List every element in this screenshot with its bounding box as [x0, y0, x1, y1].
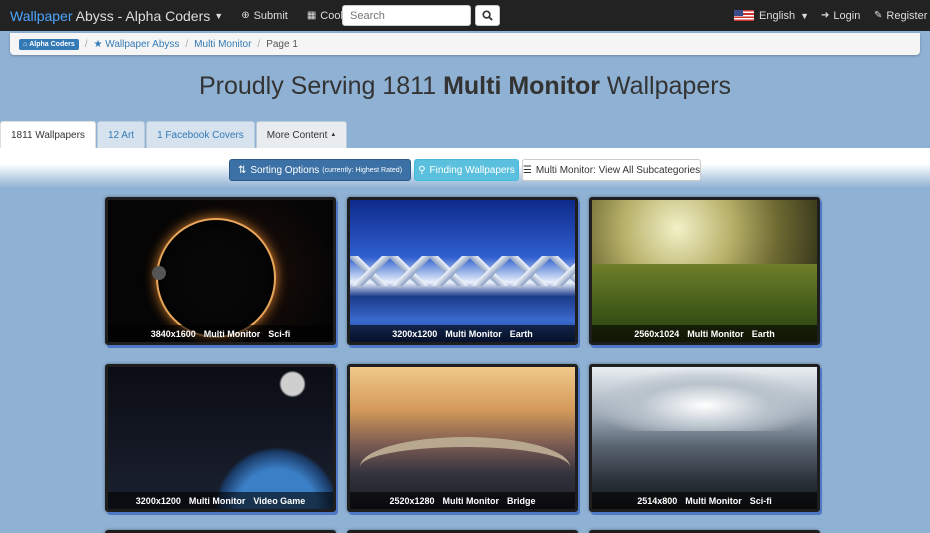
wallpaper-caption: 3200x1200 Multi Monitor Video Game: [108, 492, 333, 509]
tab-more-label: More Content: [266, 129, 328, 141]
wallpaper-thumbnail[interactable]: 3200x1200 Multi Monitor Earth: [347, 197, 578, 345]
content-tabs: 1811 Wallpapers 12 Art 1 Facebook Covers…: [0, 121, 348, 148]
plus-circle-icon: ⊕: [241, 10, 250, 21]
sorting-options-button[interactable]: ⇅ Sorting Options (currently: Highest Ra…: [229, 159, 411, 181]
wallpaper-resolution[interactable]: 3840x1600: [151, 329, 196, 339]
view-subcategories-button[interactable]: ☰ Multi Monitor: View All Subcategories: [522, 159, 701, 181]
search-icon: ⚲: [418, 164, 426, 176]
sort-icon: ⇅: [237, 164, 247, 176]
wallpaper-image-mountains: [350, 200, 575, 342]
star-icon: ★: [93, 38, 103, 50]
title-category: Multi Monitor: [443, 72, 600, 100]
breadcrumb-item-label: Wallpaper Abyss: [105, 38, 180, 50]
language-dropdown[interactable]: English ▼: [734, 0, 809, 31]
edit-icon: ✎: [874, 10, 883, 21]
wallpaper-resolution[interactable]: 3200x1200: [392, 329, 437, 339]
search-button[interactable]: [475, 5, 500, 26]
wallpaper-subcategory[interactable]: Sci-fi: [750, 496, 772, 506]
wallpaper-subcategory[interactable]: Earth: [752, 329, 775, 339]
wallpaper-subcategory[interactable]: Video Game: [253, 496, 305, 506]
breadcrumb-current-page: Page 1: [266, 38, 298, 50]
breadcrumb-separator: /: [257, 38, 261, 50]
top-navbar: Wallpaper Abyss - Alpha Coders ▼ ⊕ Submi…: [0, 0, 930, 31]
wallpaper-image-city: [592, 367, 817, 509]
wallpaper-resolution[interactable]: 2520x1280: [389, 496, 434, 506]
title-suffix: Wallpapers: [599, 72, 732, 100]
tab-more-content[interactable]: More Content ▲: [255, 121, 348, 148]
sign-in-icon: ➜: [821, 10, 830, 21]
wallpaper-category[interactable]: Multi Monitor: [445, 329, 501, 339]
wallpaper-resolution[interactable]: 3200x1200: [136, 496, 181, 506]
tab-facebook-covers[interactable]: 1 Facebook Covers: [146, 121, 255, 148]
options-bar: ⇅ Sorting Options (currently: Highest Ra…: [0, 159, 930, 181]
moon-shape: [152, 266, 166, 280]
wallpaper-resolution[interactable]: 2560x1024: [634, 329, 679, 339]
submit-label: Submit: [253, 9, 288, 22]
title-prefix: Proudly Serving 1811: [198, 72, 444, 100]
brand-name: Abyss - Alpha Coders: [72, 7, 211, 24]
tab-art[interactable]: 12 Art: [96, 121, 146, 148]
wallpaper-category[interactable]: Multi Monitor: [685, 496, 741, 506]
wallpaper-caption: 3200x1200 Multi Monitor Earth: [350, 325, 575, 342]
breadcrumb: ⌂ Alpha Coders / ★ Wallpaper Abyss / Mul…: [10, 33, 920, 55]
wallpaper-category[interactable]: Multi Monitor: [687, 329, 743, 339]
alpha-coders-home-link[interactable]: ⌂ Alpha Coders: [19, 38, 79, 50]
grid-icon: ▦: [306, 10, 317, 21]
breadcrumb-wallpaper-abyss[interactable]: ★ Wallpaper Abyss: [94, 39, 180, 50]
search-icon: [482, 10, 493, 21]
submit-link[interactable]: ⊕ Submit: [241, 10, 288, 22]
wallpaper-category[interactable]: Multi Monitor: [189, 496, 245, 506]
finding-wallpapers-button[interactable]: ⚲ Finding Wallpapers: [414, 159, 519, 181]
wallpaper-resolution[interactable]: 2514x800: [637, 496, 677, 506]
wallpaper-image-space-battle: [108, 367, 333, 509]
wallpaper-thumbnail[interactable]: 3840x1600 Multi Monitor Sci-fi: [105, 197, 336, 345]
wallpaper-thumbnail[interactable]: 2520x1280 Multi Monitor Bridge: [347, 364, 578, 512]
wallpaper-thumbnail[interactable]: 3200x1200 Multi Monitor Video Game: [105, 364, 336, 512]
breadcrumb-multi-monitor[interactable]: Multi Monitor: [194, 39, 251, 50]
list-icon: ☰: [522, 164, 532, 176]
tab-wallpapers[interactable]: 1811 Wallpapers: [0, 121, 96, 148]
wallpaper-image-field: [592, 200, 817, 342]
caret-up-icon: ▲: [330, 132, 337, 138]
wallpaper-image-bridge: [350, 367, 575, 509]
wallpaper-image-eclipse: [108, 200, 333, 342]
site-brand-dropdown[interactable]: Wallpaper Abyss - Alpha Coders ▼: [10, 8, 223, 24]
bridge-arch-shape: [360, 437, 570, 497]
wallpaper-subcategory[interactable]: Bridge: [507, 496, 536, 506]
alpha-coders-label: Alpha Coders: [29, 40, 75, 48]
wallpaper-thumbnail[interactable]: 2514x800 Multi Monitor Sci-fi: [589, 364, 820, 512]
sorting-label: Sorting Options: [250, 164, 320, 176]
register-link[interactable]: ✎ Register: [874, 0, 927, 31]
finding-label: Finding Wallpapers: [429, 164, 515, 176]
wallpaper-category[interactable]: Multi Monitor: [204, 329, 260, 339]
page-title: Proudly Serving 1811 Multi Monitor Wallp…: [0, 72, 930, 101]
wallpaper-thumbnail[interactable]: 2560x1024 Multi Monitor Earth: [589, 197, 820, 345]
wallpaper-subcategory[interactable]: Sci-fi: [268, 329, 290, 339]
wallpaper-caption: 2560x1024 Multi Monitor Earth: [592, 325, 817, 342]
chevron-down-icon: ▼: [214, 10, 224, 21]
login-label: Login: [833, 9, 861, 22]
home-icon: ⌂: [23, 40, 28, 48]
brand-highlight: Wallpaper: [10, 7, 73, 24]
login-link[interactable]: ➜ Login: [821, 0, 860, 31]
wallpaper-category[interactable]: Multi Monitor: [443, 496, 499, 506]
wallpaper-caption: 2514x800 Multi Monitor Sci-fi: [592, 492, 817, 509]
mountain-peaks-shape: [350, 256, 575, 286]
wallpaper-caption: 3840x1600 Multi Monitor Sci-fi: [108, 325, 333, 342]
planet-shape: [156, 218, 276, 338]
search-input[interactable]: [342, 5, 471, 26]
register-label: Register: [886, 9, 928, 22]
chevron-down-icon: ▼: [800, 10, 809, 21]
us-flag-icon: [734, 10, 754, 21]
breadcrumb-separator: /: [185, 38, 189, 50]
subcategories-label: Multi Monitor: View All Subcategories: [535, 164, 701, 176]
city-sky-shape: [592, 367, 817, 431]
language-label: English: [759, 9, 796, 22]
wallpaper-subcategory[interactable]: Earth: [510, 329, 533, 339]
wallpaper-caption: 2520x1280 Multi Monitor Bridge: [350, 492, 575, 509]
sorting-current: (currently: Highest Rated): [322, 166, 403, 174]
breadcrumb-separator: /: [84, 38, 88, 50]
